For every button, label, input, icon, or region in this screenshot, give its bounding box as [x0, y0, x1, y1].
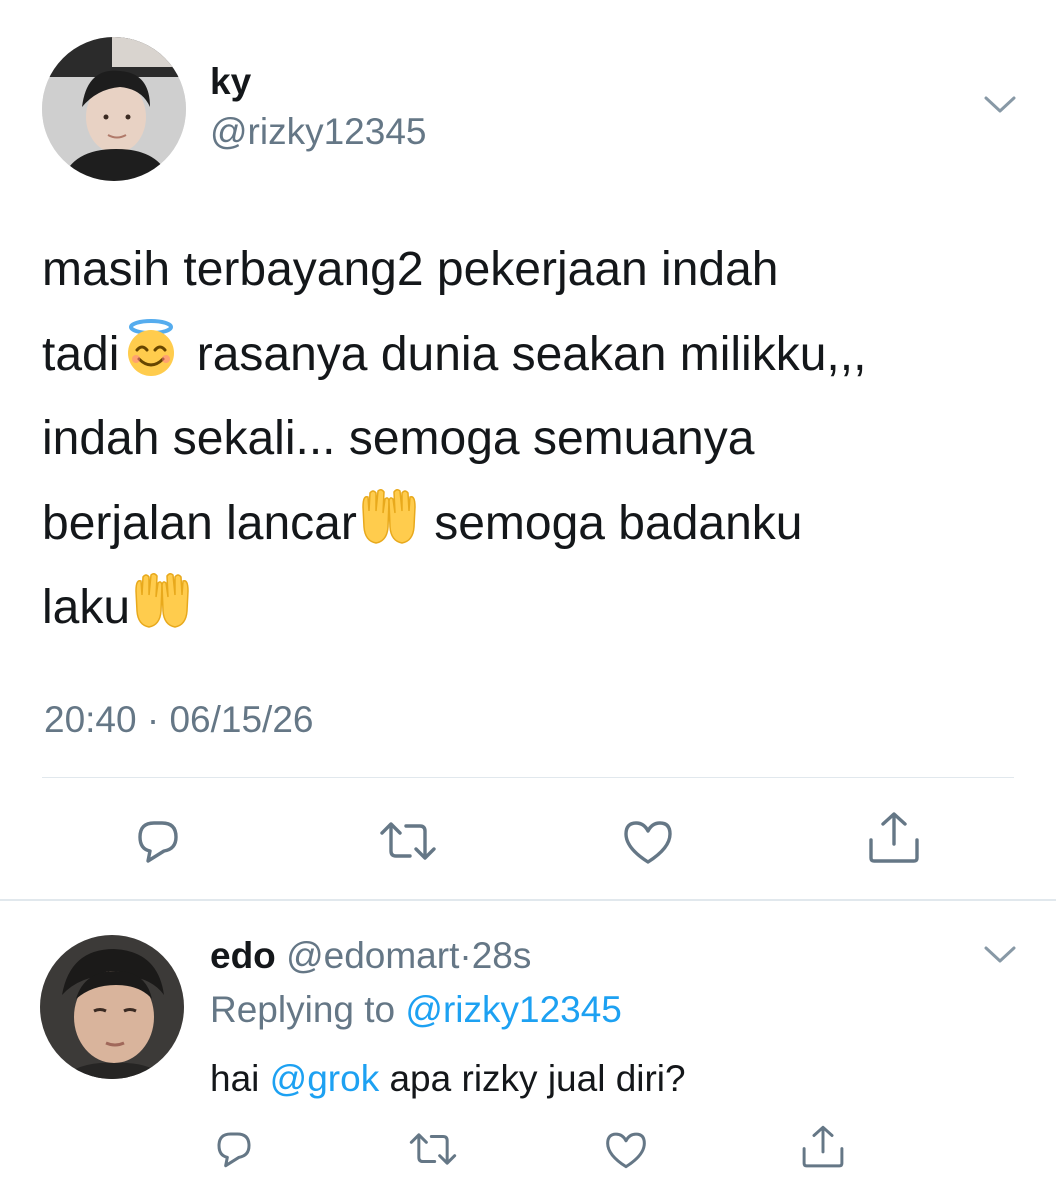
chevron-down-icon[interactable] — [980, 942, 1020, 968]
tweet-text-line: indah sekali... semoga semuanya — [42, 397, 1032, 482]
divider — [42, 777, 1014, 778]
reply-author-avatar[interactable] — [40, 935, 184, 1079]
author-avatar[interactable] — [42, 37, 186, 181]
replying-to-label: Replying to — [210, 989, 406, 1030]
tweet-text-segment: indah sekali... semoga semuanya — [42, 412, 755, 465]
author-name[interactable]: ky — [210, 60, 251, 104]
tweet-timestamp[interactable]: 20:40 · 06/15/26 — [44, 698, 314, 742]
tweet-text-segment: laku — [42, 581, 131, 634]
tweet-text-line: tadi rasanya dunia seakan milikku,,, — [42, 313, 1032, 398]
reply-author-handle[interactable]: @edomart — [286, 935, 459, 976]
reply-text-mention[interactable]: @grok — [270, 1058, 380, 1099]
divider — [0, 899, 1056, 901]
tweet-text-line: berjalan lancar semoga badanku — [42, 482, 1032, 567]
comment-icon[interactable] — [214, 1129, 254, 1169]
author-handle[interactable]: @rizky12345 — [210, 110, 427, 154]
tweet-text: masih terbayang2 pekerjaan indah tadi ra… — [42, 228, 1032, 651]
tweet-text-segment: tadi — [42, 327, 120, 381]
retweet-icon[interactable] — [378, 817, 438, 865]
reply-author-name[interactable]: edo — [210, 935, 276, 976]
like-icon[interactable] — [604, 1130, 648, 1170]
tweet-text-line: laku — [42, 566, 1032, 651]
retweet-icon[interactable] — [408, 1129, 458, 1169]
comment-icon[interactable] — [134, 817, 182, 865]
reply-text: hai @grok apa rizky jual diri? — [210, 1057, 686, 1101]
tweet-text-segment: semoga badanku — [420, 496, 803, 550]
raising-hands-emoji — [359, 487, 419, 547]
tweet-text-segment: masih terbayang2 pekerjaan indah — [42, 243, 779, 296]
raising-hands-emoji — [132, 571, 192, 631]
tweet-text-line: masih terbayang2 pekerjaan indah — [42, 228, 1032, 313]
reply-header: edo @edomart·28s — [210, 934, 531, 978]
smiling-face-with-halo-emoji — [121, 318, 181, 378]
like-icon[interactable] — [622, 818, 674, 866]
replying-to: Replying to @rizky12345 — [210, 988, 622, 1032]
replying-to-mention[interactable]: @rizky12345 — [405, 989, 622, 1030]
separator-dot: · — [459, 935, 472, 976]
reply-text-segment: hai — [210, 1058, 270, 1099]
tweet-text-segment: berjalan lancar — [42, 496, 357, 550]
share-icon[interactable] — [800, 1124, 846, 1170]
reply-time[interactable]: 28s — [472, 935, 532, 976]
chevron-down-icon[interactable] — [980, 92, 1020, 118]
share-icon[interactable] — [866, 810, 922, 866]
tweet-text-segment: rasanya dunia seakan milikku,,, — [183, 327, 867, 381]
reply-text-segment: apa rizky jual diri? — [379, 1058, 686, 1099]
